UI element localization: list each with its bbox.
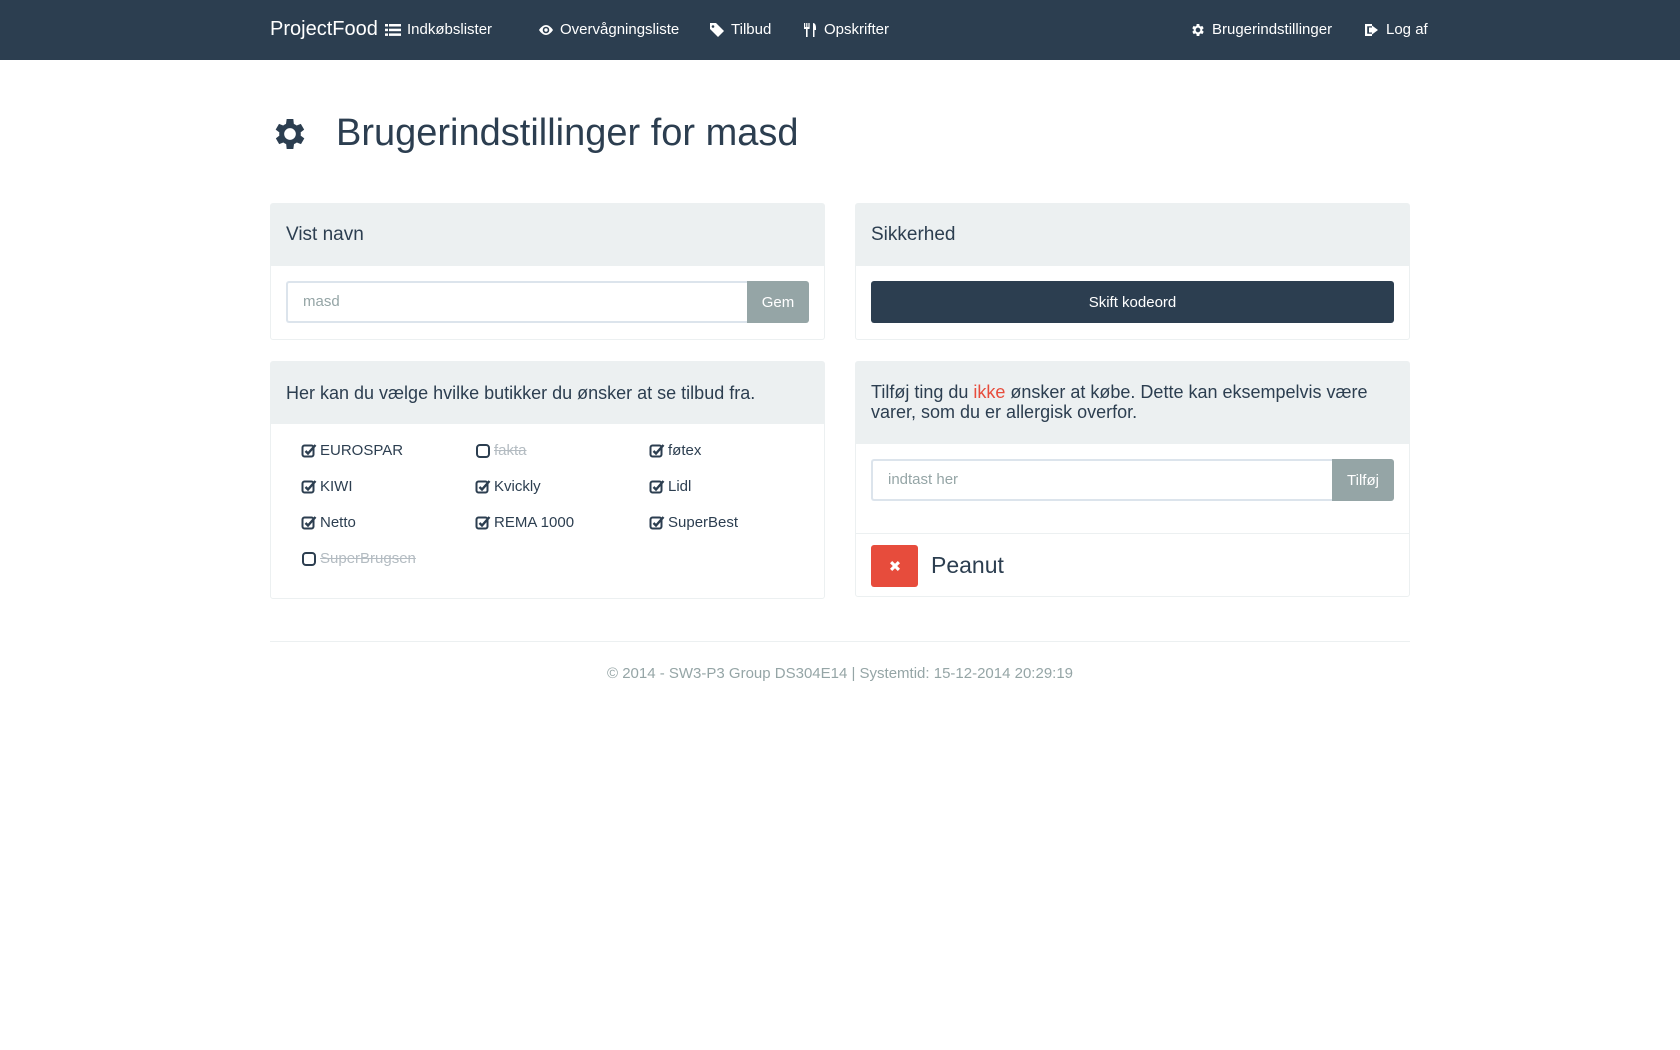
footer: © 2014 - SW3-P3 Group DS304E14 | Systemt… xyxy=(606,665,1074,682)
remove-item-button[interactable] xyxy=(871,544,918,587)
stores-heading: Her kan du vælge hvilke butikker du ønsk… xyxy=(271,362,824,424)
exclude-input-group: indtast her Tilføj xyxy=(871,459,1394,501)
change-password-button[interactable]: Skift kodeord xyxy=(871,281,1394,323)
exclude-heading-part1: Tilføj ting du xyxy=(871,382,974,402)
sign-out-icon xyxy=(1365,23,1378,36)
store-checkbox[interactable]: Kvickly xyxy=(475,478,541,495)
store-checkbox[interactable]: SuperBrugsen xyxy=(301,550,416,567)
list-icon xyxy=(385,23,401,36)
nav-recipes[interactable]: Opskrifter xyxy=(802,21,889,38)
excluded-item-row: Peanut xyxy=(856,533,1409,597)
checked-box-icon xyxy=(301,515,317,531)
display-name-input[interactable]: masd xyxy=(286,281,747,323)
checked-box-icon xyxy=(649,515,665,531)
store-checkbox[interactable]: Lidl xyxy=(649,478,691,495)
nav-shopping-lists[interactable]: Indkøbslister xyxy=(385,21,492,38)
store-label: EUROSPAR xyxy=(320,442,404,459)
store-checkbox[interactable]: SuperBest xyxy=(649,514,738,531)
brand-link[interactable]: ProjectFood xyxy=(270,18,378,41)
store-label: SuperBest xyxy=(668,514,739,531)
store-label: SuperBrugsen xyxy=(320,550,416,567)
store-list: EUROSPAR fakta føtex KIWI Kvickly Lidl Netto RE… xyxy=(271,424,824,578)
tags-icon xyxy=(710,22,724,37)
cutlery-icon xyxy=(804,22,816,37)
security-panel: Sikkerhed Skift kodeord xyxy=(855,203,1410,340)
excluded-item-name: Peanut xyxy=(931,552,1004,578)
security-heading: Sikkerhed xyxy=(856,204,1409,266)
checked-box-icon xyxy=(475,479,491,495)
nav-offers-label: Tilbud xyxy=(731,21,772,38)
store-label: Lidl xyxy=(668,478,692,495)
page-header: Brugerindstillinger for masd xyxy=(270,112,799,155)
nav-user-settings-label: Brugerindstillinger xyxy=(1212,21,1333,38)
nav-watchlist-label: Overvågningsliste xyxy=(560,21,680,38)
store-label: Kvickly xyxy=(494,478,541,495)
footer-divider xyxy=(270,641,1410,642)
store-label: føtex xyxy=(668,442,702,459)
close-icon xyxy=(889,560,900,571)
checked-box-icon xyxy=(301,479,317,495)
stores-panel: Her kan du vælge hvilke butikker du ønsk… xyxy=(270,361,825,599)
store-label: KIWI xyxy=(320,478,353,495)
store-checkbox[interactable]: fakta xyxy=(475,442,527,459)
store-checkbox[interactable]: REMA 1000 xyxy=(475,514,574,531)
nav-recipes-label: Opskrifter xyxy=(824,21,890,38)
checked-box-icon xyxy=(301,443,317,459)
store-checkbox[interactable]: Netto xyxy=(301,514,356,531)
eye-icon xyxy=(539,24,553,35)
store-label: Netto xyxy=(320,514,356,531)
nav-watchlist[interactable]: Overvågningsliste xyxy=(538,21,679,38)
display-name-input-group: masd Gem xyxy=(286,281,809,323)
store-label: fakta xyxy=(494,442,527,459)
display-name-heading: Vist navn xyxy=(271,204,824,266)
store-checkbox[interactable]: EUROSPAR xyxy=(301,442,403,459)
checked-box-icon xyxy=(475,515,491,531)
nav-logout-label: Log af xyxy=(1386,21,1428,38)
checked-box-icon xyxy=(649,443,665,459)
add-item-button[interactable]: Tilføj xyxy=(1332,459,1394,501)
nav-logout[interactable]: Log af xyxy=(1364,21,1428,38)
page-title: Brugerindstillinger for masd xyxy=(336,112,799,154)
gear-icon xyxy=(1192,23,1204,36)
store-label: REMA 1000 xyxy=(494,514,575,531)
store-checkbox[interactable]: føtex xyxy=(649,442,701,459)
store-checkbox[interactable]: KIWI xyxy=(301,478,353,495)
exclude-items-panel: Tilføj ting du ikke ønsker at købe. Dett… xyxy=(855,361,1410,597)
save-button[interactable]: Gem xyxy=(747,281,809,323)
unchecked-box-icon xyxy=(475,443,491,459)
nav-offers[interactable]: Tilbud xyxy=(709,21,771,38)
display-name-panel: Vist navn masd Gem xyxy=(270,203,825,340)
checked-box-icon xyxy=(649,479,665,495)
exclude-heading: Tilføj ting du ikke ønsker at købe. Dett… xyxy=(856,362,1409,444)
exclude-heading-highlight: ikke xyxy=(973,382,1006,402)
exclude-item-input[interactable]: indtast her xyxy=(871,459,1332,501)
unchecked-box-icon xyxy=(301,551,317,567)
navbar: ProjectFood Indkøbslister Overvågningsli… xyxy=(0,0,1680,60)
nav-shopping-lists-label: Indkøbslister xyxy=(407,21,493,38)
nav-user-settings[interactable]: Brugerindstillinger xyxy=(1190,21,1332,38)
gear-icon xyxy=(275,118,305,149)
